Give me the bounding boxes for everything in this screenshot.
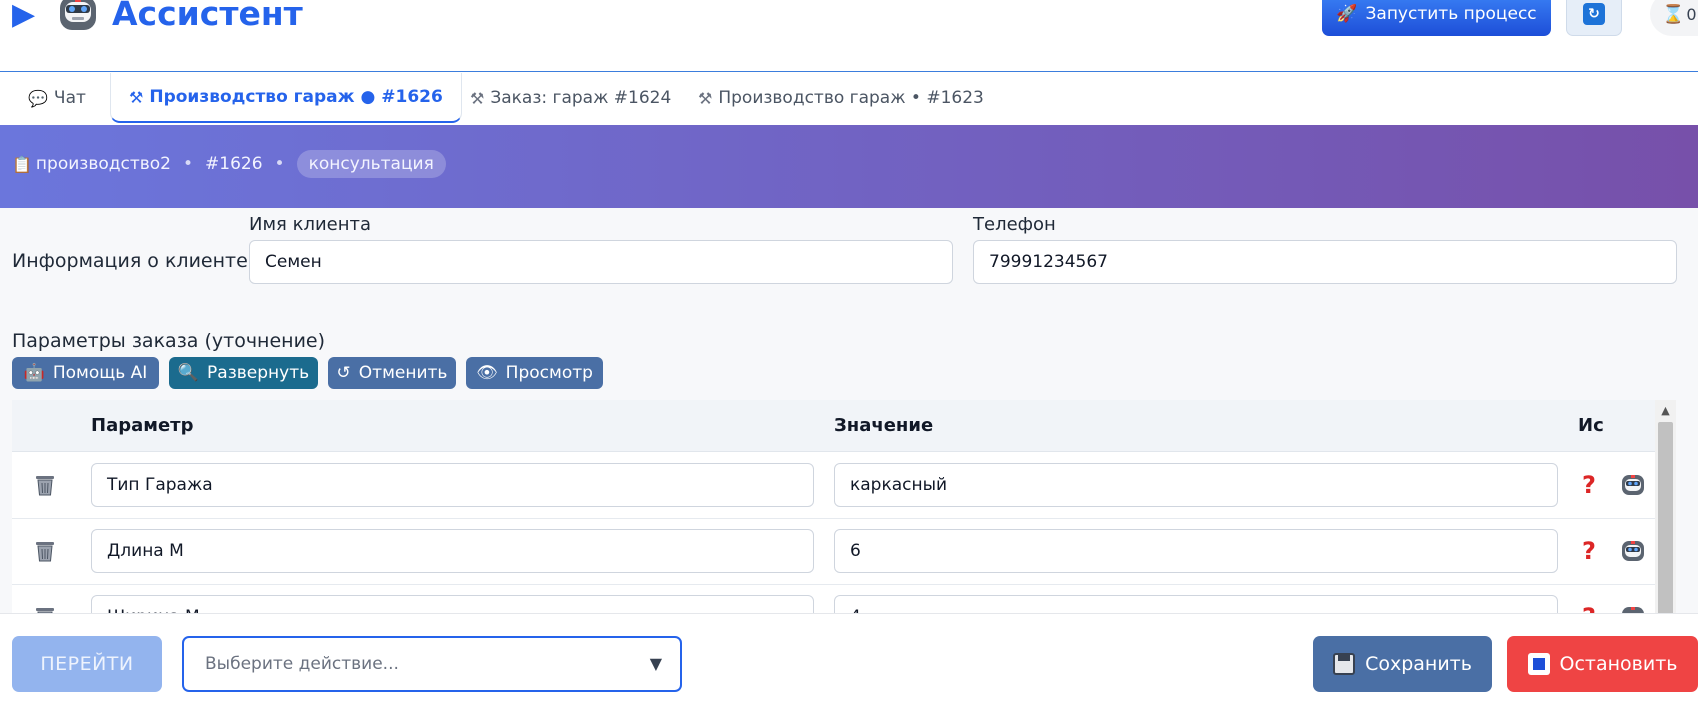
robot-icon[interactable] [1620,605,1646,613]
param-value-input[interactable]: 4 [834,595,1558,613]
cancel-button[interactable]: ↺ Отменить [328,357,456,389]
table-row: Ширина М 4 ? [12,585,1655,613]
tab-label: Чат [53,88,86,108]
action-select-placeholder: Выберите действие... [205,654,399,674]
tab-production-1623[interactable]: ⚒ Производство гараж • #1623 [694,73,988,123]
param-value-input[interactable]: каркасный [834,463,1558,507]
app-title: Ассистент [112,0,303,33]
robot-icon [60,0,96,30]
expand-label: Развернуть [207,363,310,383]
tools-icon: ⚒ [698,88,713,108]
chat-icon: 💬 [28,88,48,108]
save-button[interactable]: Сохранить [1313,636,1492,692]
param-name-input[interactable]: Длина М [91,529,814,573]
column-header-param: Параметр [91,415,194,436]
play-icon[interactable]: ▶ [12,0,35,30]
stage-badge: консультация [296,150,446,178]
column-header-source: Ис [1578,415,1604,436]
param-name-input[interactable]: Ширина М [91,595,814,613]
action-footer: ПЕРЕЙТИ Выберите действие... ▼ Сохранить… [0,613,1698,702]
run-process-label: Запустить процесс [1365,4,1537,24]
tools-icon: ⚒ [129,87,144,107]
breadcrumb-number: #1626 [205,154,263,174]
preview-label: Просмотр [505,363,593,383]
robot-icon: 🤖 [23,363,45,383]
stop-label: Остановить [1559,653,1678,675]
scroll-up-arrow-icon[interactable]: ▲ [1655,400,1676,420]
params-table: Параметр Значение Ис Тип Гаража каркасны… [12,400,1676,613]
client-info-label: Информация о клиенте [12,250,248,272]
run-process-button[interactable]: 🚀 Запустить процесс [1322,0,1551,36]
chevron-down-icon: ▼ [649,654,662,673]
hourglass-icon: ⌛ [1662,3,1685,25]
trash-icon[interactable] [34,539,56,563]
tab-production-1626[interactable]: ⚒ Производство гараж ● #1626 [110,73,462,123]
go-button[interactable]: ПЕРЕЙТИ [12,636,162,692]
clipboard-icon: 📋 [12,154,32,174]
column-header-value: Значение [834,415,934,436]
param-value-input[interactable]: 6 [834,529,1558,573]
order-params-label: Параметры заказа (уточнение) [12,330,326,352]
breadcrumb-process: производство2 [35,154,171,174]
ai-help-label: Помощь AI [52,363,148,383]
client-name-field[interactable]: Семен [249,240,953,284]
preview-button[interactable]: 👁 Просмотр [466,357,603,389]
tab-label: Производство гараж ● #1626 [149,87,443,107]
tools-icon: ⚒ [470,88,485,108]
tab-label: Производство гараж • #1623 [718,88,984,108]
table-scrollbar[interactable]: ▲ [1655,400,1676,613]
eye-icon: 👁 [476,363,498,383]
floppy-disk-icon [1333,653,1356,675]
tab-chat[interactable]: 💬 Чат [24,73,90,123]
tab-label: Заказ: гараж #1624 [490,88,672,108]
table-header: Параметр Значение Ис [12,400,1655,452]
breadcrumb: 📋 производство2 • #1626 • консультация [12,148,446,180]
client-name-label: Имя клиента [249,214,372,235]
question-icon[interactable]: ? [1582,471,1596,499]
breadcrumb-separator: • [274,154,285,174]
tab-order-1624[interactable]: ⚒ Заказ: гараж #1624 [466,73,675,123]
undo-icon: ↺ [336,363,351,383]
action-select[interactable]: Выберите действие... ▼ [182,636,682,692]
rocket-icon: 🚀 [1336,4,1358,24]
robot-icon[interactable] [1620,539,1646,563]
queue-count: 0 [1686,4,1697,24]
cancel-label: Отменить [358,363,448,383]
queue-indicator[interactable]: ⌛ 0 [1650,0,1698,36]
expand-button[interactable]: 🔍 Развернуть [169,357,318,389]
param-name-input[interactable]: Тип Гаража [91,463,814,507]
question-icon[interactable]: ? [1582,537,1596,565]
search-icon: 🔍 [177,363,200,383]
question-icon[interactable]: ? [1582,603,1596,613]
save-label: Сохранить [1365,653,1472,675]
ai-help-button[interactable]: 🤖 Помощь AI [12,357,159,389]
trash-icon[interactable] [34,605,56,613]
phone-field[interactable]: 79991234567 [973,240,1677,284]
trash-icon[interactable] [34,473,56,497]
app-header: ▶ Ассистент 🚀 Запустить процесс ↻ ⌛ 0 [0,0,1698,72]
stop-button[interactable]: Остановить [1507,636,1698,692]
refresh-button[interactable]: ↻ [1566,0,1622,36]
table-row: Длина М 6 ? [12,519,1655,585]
robot-icon[interactable] [1620,473,1646,497]
tab-bar: 💬 Чат ⚒ Производство гараж ● #1626 ⚒ Зак… [0,73,1698,125]
table-row: Тип Гаража каркасный ? [12,453,1655,519]
breadcrumb-separator: • [182,154,194,174]
main-content: Информация о клиенте Имя клиента Семен Т… [0,208,1698,613]
phone-label: Телефон [973,214,1056,235]
scrollbar-thumb[interactable] [1658,422,1673,613]
stop-icon [1527,653,1550,675]
refresh-icon: ↻ [1583,3,1605,25]
